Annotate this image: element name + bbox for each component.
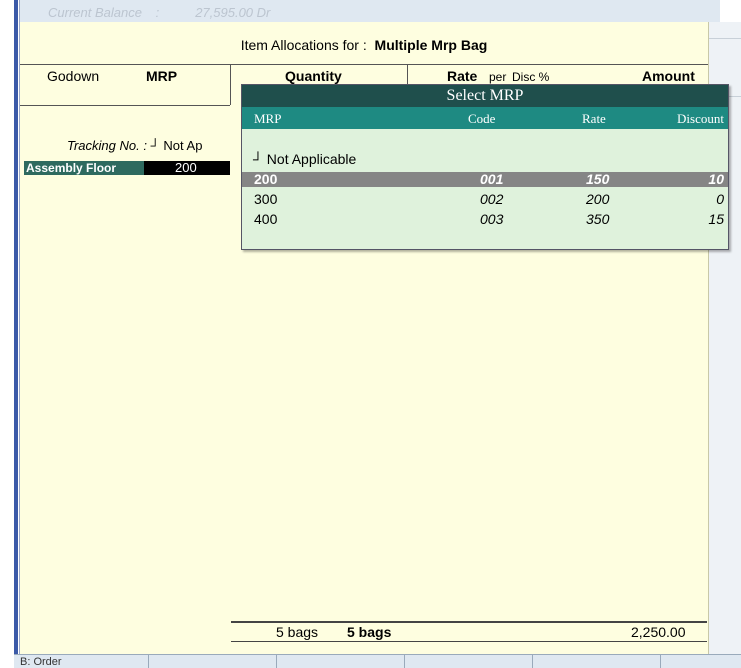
option-code: 001 (480, 171, 504, 187)
mrp-option-row[interactable]: 400 003 350 15 (242, 212, 728, 227)
header-divider (20, 105, 230, 106)
tracking-label: Tracking No. : (67, 138, 147, 153)
popup-header-mrp: MRP (254, 111, 282, 126)
title-prefix: Item Allocations for : (240, 37, 367, 53)
current-balance: Current Balance : 27,595.00 Dr (48, 5, 270, 20)
popup-header-code: Code (468, 111, 496, 126)
option-code: 002 (480, 191, 504, 207)
balance-value: 27,595.00 Dr (195, 5, 271, 20)
col-rate: Rate (447, 68, 478, 84)
option-rate: 150 (586, 171, 610, 187)
popup-title: Select MRP (242, 85, 728, 107)
tracking-value[interactable]: ┘ Not Ap (151, 138, 203, 153)
top-strip: Current Balance : 27,595.00 Dr (20, 0, 720, 22)
popup-header-rate: Rate (582, 111, 606, 126)
left-border (14, 0, 18, 667)
title-divider (20, 64, 708, 65)
option-discount: 0 (716, 191, 724, 207)
tracking-number: Tracking No. : ┘ Not Ap (67, 138, 202, 153)
mrp-input[interactable]: 200 (144, 161, 230, 175)
col-mrp: MRP (146, 68, 178, 84)
option-mrp: 300 (254, 191, 278, 207)
option-code: 003 (480, 211, 504, 227)
mrp-value: 200 (175, 160, 197, 175)
option-not-applicable[interactable]: ┘ Not Applicable (253, 151, 356, 167)
option-discount: 10 (708, 171, 724, 187)
title-item-name: Multiple Mrp Bag (374, 37, 488, 53)
footer-amount: 2,250.00 (631, 624, 686, 640)
footer-quantity: 5 bags (276, 624, 319, 640)
col-quantity: Quantity (285, 68, 342, 84)
footer-divider-bottom (231, 641, 707, 642)
popup-header-row: MRP Code Rate Discount (242, 107, 728, 129)
bottom-button-order[interactable]: B: Order (20, 656, 62, 668)
option-rate: 200 (586, 191, 610, 207)
mrp-option-row[interactable]: 300 002 200 0 (242, 192, 728, 207)
footer-divider-top (231, 621, 707, 622)
mrp-option-row[interactable]: 200 001 150 10 (242, 172, 728, 187)
balance-separator: : (155, 5, 160, 20)
footer-divider (231, 622, 707, 623)
godown-cell[interactable]: Assembly Floor (24, 161, 146, 175)
select-mrp-popup[interactable]: Select MRP MRP Code Rate Discount ┘ Not … (241, 84, 729, 250)
popup-header-discount: Discount (677, 111, 724, 126)
col-per: per (489, 70, 507, 84)
option-mrp: 400 (254, 211, 278, 227)
option-discount: 15 (708, 211, 724, 227)
balance-label: Current Balance (48, 5, 142, 20)
col-disc: Disc % (512, 70, 550, 84)
page-title: Item Allocations for : Multiple Mrp Bag (20, 37, 708, 53)
bottom-button-bar: B: Order (14, 654, 741, 668)
col-godown: Godown (47, 68, 100, 84)
footer-billed-quantity: 5 bags (347, 624, 392, 640)
option-rate: 350 (586, 211, 610, 227)
col-divider (230, 65, 231, 105)
col-amount: Amount (642, 68, 695, 84)
option-mrp: 200 (254, 171, 278, 187)
